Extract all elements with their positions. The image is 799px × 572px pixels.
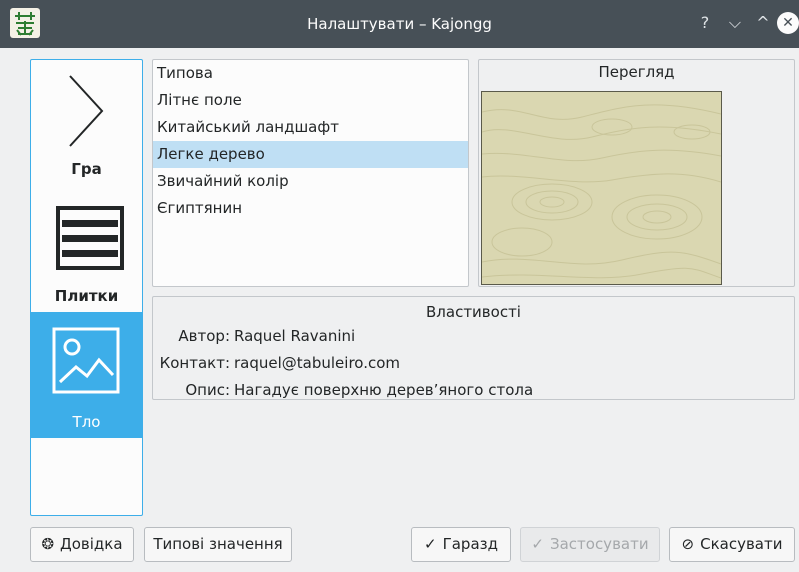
window-title: Налаштувати – Kajongg [307, 15, 492, 33]
window-titlebar: Налаштувати – Kajongg ? ⌵ ^ ✕ [0, 0, 799, 48]
help-icon[interactable]: ? [694, 12, 716, 34]
defaults-button[interactable]: Типові значення [144, 527, 292, 562]
sidebar-item-label: Плитки [54, 287, 119, 305]
check-icon: ✓ [424, 535, 437, 553]
list-item[interactable]: Літнє поле [153, 87, 468, 114]
sidebar-item-label: Тло [72, 413, 101, 431]
minimize-icon[interactable]: ⌵ [724, 12, 746, 34]
defaults-button-label: Типові значення [153, 535, 283, 553]
sidebar-item-tiles[interactable]: Плитки [31, 186, 142, 312]
background-list[interactable]: Типова Літнє поле Китайський ландшафт Ле… [152, 59, 469, 287]
cancel-icon: ⊘ [681, 535, 695, 553]
cancel-button[interactable]: ⊘ Скасувати [669, 527, 795, 562]
author-label: Автор: [178, 327, 230, 345]
list-item[interactable]: Типова [153, 60, 468, 87]
ok-button-label: Гаразд [442, 535, 498, 553]
description-label: Опис: [185, 381, 230, 399]
sidebar-item-label: Гра [71, 160, 102, 178]
contact-label: Контакт: [159, 354, 230, 372]
description-value: Нагадує поверхню дерев’яного стола [234, 381, 534, 399]
help-button-label: Довідка [60, 535, 123, 553]
list-item[interactable]: Єгиптянин [153, 195, 468, 222]
cancel-button-label: Скасувати [700, 535, 783, 553]
lifebuoy-icon: ❂ [41, 535, 55, 553]
sidebar-item-game[interactable]: Гра [31, 60, 142, 186]
check-icon: ✓ [531, 535, 544, 553]
contact-value: raquel@tabuleiro.com [234, 354, 401, 372]
preview-group: Перегляд [478, 59, 795, 287]
apply-button[interactable]: ✓ Застосувати [520, 527, 660, 562]
preview-title: Перегляд [598, 63, 675, 81]
apply-button-label: Застосувати [549, 535, 649, 553]
image-icon [31, 312, 142, 407]
list-item-selected[interactable]: Легке дерево [153, 141, 468, 168]
properties-title: Властивості [426, 303, 521, 321]
list-item[interactable]: Звичайний колір [153, 168, 468, 195]
maximize-icon[interactable]: ^ [752, 12, 774, 34]
help-button[interactable]: ❂ Довідка [30, 527, 134, 562]
close-icon[interactable]: ✕ [777, 12, 799, 34]
settings-sidebar: Гра Плитки Тло [30, 59, 143, 516]
chevron-right-icon [31, 60, 142, 155]
ok-button[interactable]: ✓ Гаразд [411, 527, 511, 562]
properties-group: Властивості Автор: Raquel Ravanini Конта… [152, 296, 795, 400]
wood-preview-image [481, 91, 722, 285]
author-value: Raquel Ravanini [234, 327, 356, 345]
sidebar-item-background[interactable]: Тло [31, 312, 142, 438]
list-item[interactable]: Китайський ландшафт [153, 114, 468, 141]
tiles-icon [31, 186, 142, 281]
